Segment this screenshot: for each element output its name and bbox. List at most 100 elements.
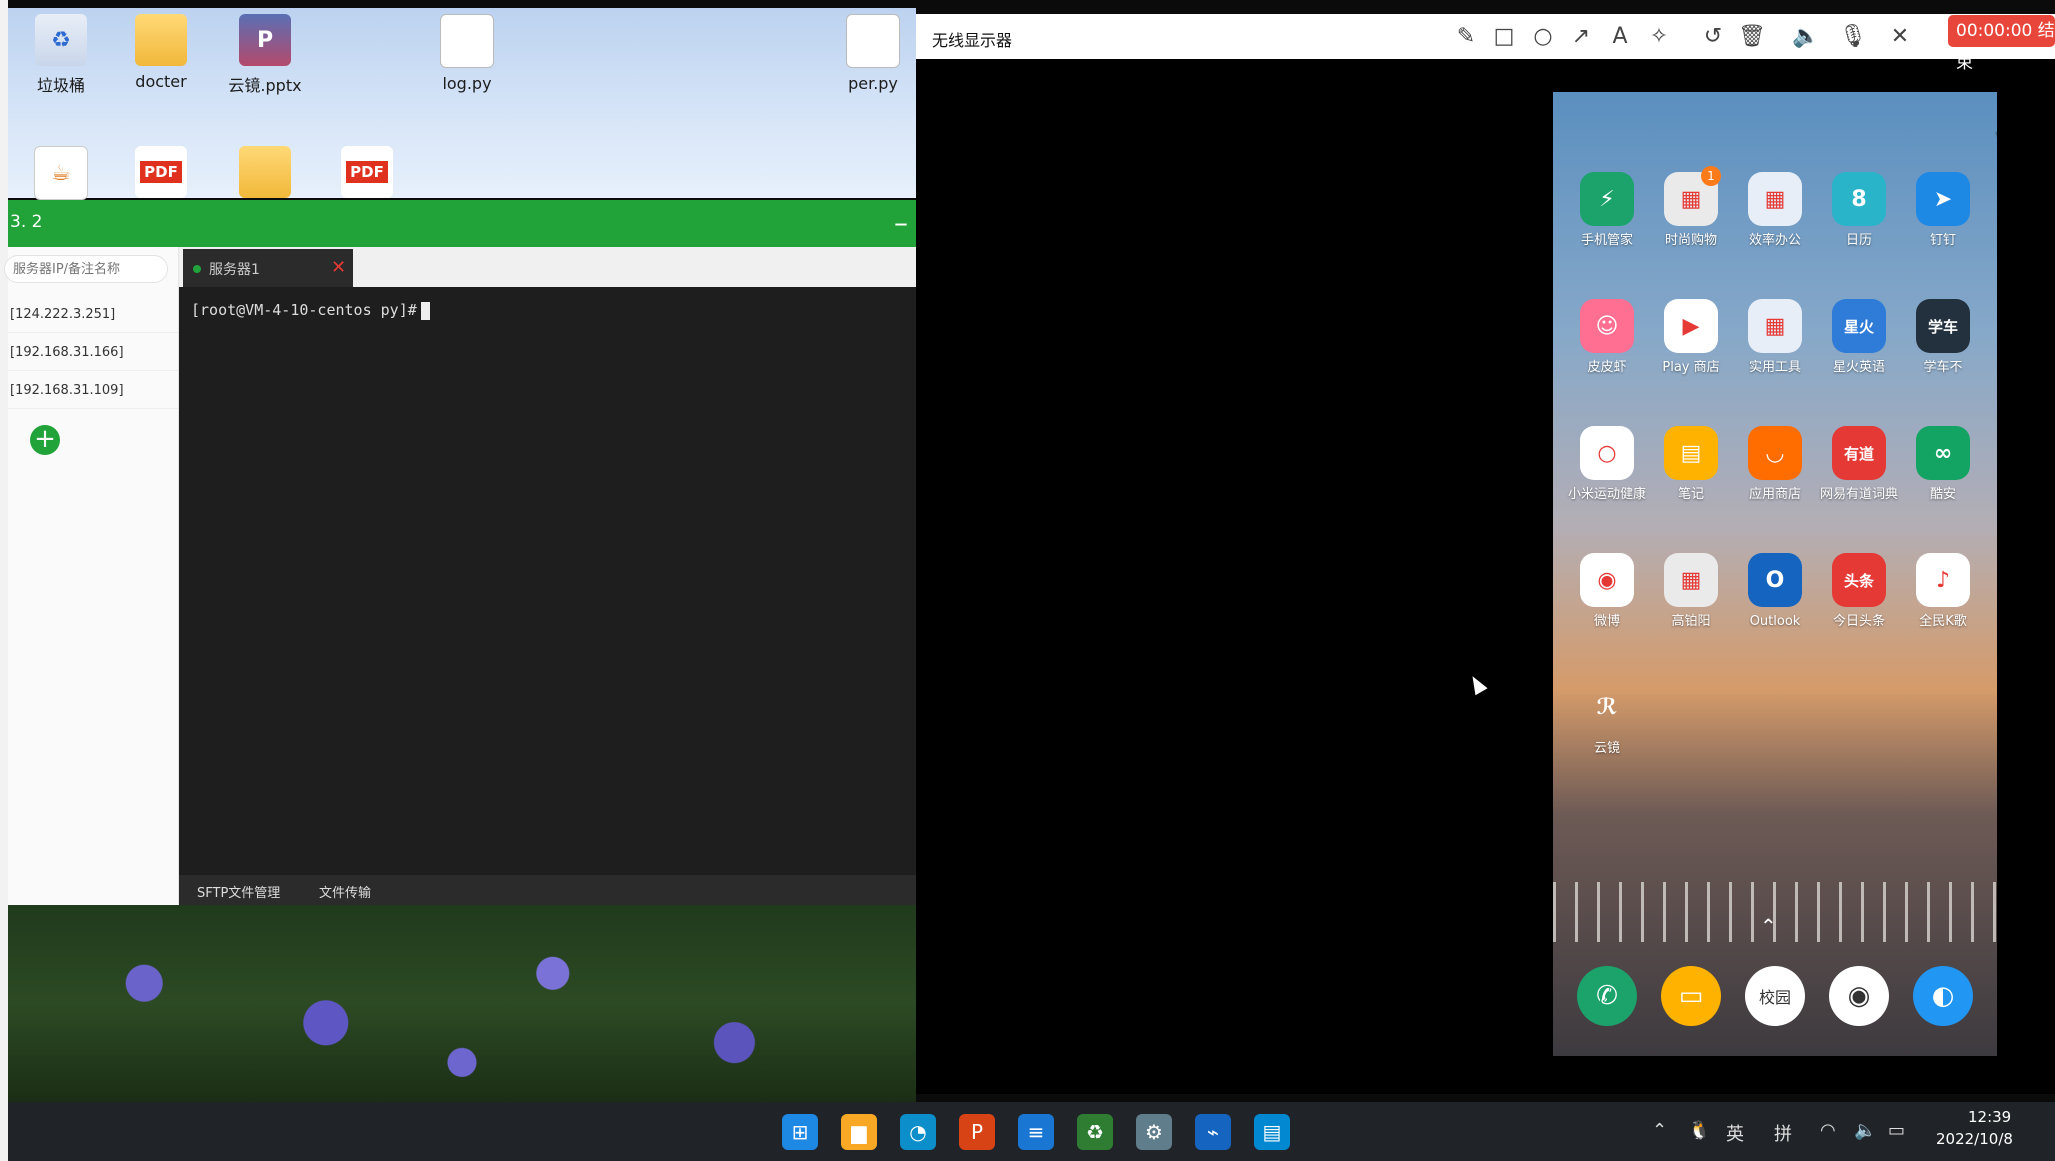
taskbar-notepad-icon[interactable]: ≡ bbox=[1018, 1114, 1054, 1150]
app-icon-graphic: ◡ bbox=[1748, 426, 1802, 480]
app-name-label: 今日头条 bbox=[1832, 614, 1885, 629]
tab-server1[interactable]: 服务器1 ✕ bbox=[183, 249, 353, 287]
pen-icon[interactable]: ✎ bbox=[1452, 23, 1480, 51]
phone-app-icon[interactable]: ▦ 高铂阳 bbox=[1649, 553, 1733, 630]
desktop-icon-pptx[interactable]: P 云镜.pptx bbox=[220, 14, 310, 96]
app-icon-graphic: 学车 bbox=[1916, 299, 1970, 353]
taskbar-browser-icon[interactable]: ▤ bbox=[1254, 1114, 1290, 1150]
minimize-button[interactable]: – bbox=[894, 206, 908, 239]
taskbar-wireless-display-icon[interactable]: ⌁ bbox=[1195, 1114, 1231, 1150]
clock-time[interactable]: 12:39 bbox=[1968, 1108, 2011, 1126]
server-list-item[interactable]: [192.168.31.109] bbox=[8, 373, 178, 409]
battery-icon[interactable]: ▭ bbox=[1888, 1120, 1905, 1141]
taskbar-file-explorer-icon[interactable]: ▆ bbox=[841, 1114, 877, 1150]
phone-app-icon[interactable]: ☺ 皮皮虾 bbox=[1565, 299, 1649, 376]
app-name-label: 日历 bbox=[1845, 233, 1872, 248]
phone-app-icon[interactable]: ∞ 酷安 bbox=[1901, 426, 1985, 503]
desktop-icon-label: 垃圾桶 bbox=[36, 76, 85, 95]
phone-app-icon[interactable]: ▦ 实用工具 bbox=[1733, 299, 1817, 376]
phone-app-icon[interactable]: 有道 网易有道词典 bbox=[1817, 426, 1901, 503]
phone-app-icon[interactable]: O Outlook bbox=[1733, 553, 1817, 630]
record-stop-button[interactable]: 00:00:00 结束 bbox=[1948, 15, 2055, 73]
app-name-label: 微博 bbox=[1593, 614, 1620, 629]
server-list-item[interactable]: [124.222.3.251] bbox=[8, 297, 178, 333]
phone-app-icon[interactable]: 星火 星火英语 bbox=[1817, 299, 1901, 376]
dock-browser-app[interactable]: ◐ bbox=[1913, 966, 1973, 1026]
app-name-label: 应用商店 bbox=[1748, 487, 1801, 502]
file-transfer-tab[interactable]: 文件传输 bbox=[319, 882, 371, 901]
microphone-icon[interactable]: 🎙 bbox=[1839, 23, 1867, 51]
server-list-item[interactable]: [192.168.31.166] bbox=[8, 335, 178, 371]
dock-messages-app[interactable]: ▭ bbox=[1661, 966, 1721, 1026]
ssh-bottom-bar: SFTP文件管理 文件传输 bbox=[179, 875, 976, 905]
taskbar-start-icon[interactable]: ⊞ bbox=[782, 1114, 818, 1150]
app-name-label: 皮皮虾 bbox=[1587, 360, 1627, 375]
phone-app-icon[interactable]: 头条 今日头条 bbox=[1817, 553, 1901, 630]
taskbar-powerpoint-icon[interactable]: P bbox=[959, 1114, 995, 1150]
ime-english-indicator[interactable]: 英 bbox=[1726, 1120, 1744, 1146]
wifi-icon[interactable]: ◠ bbox=[1820, 1120, 1836, 1141]
volume-icon[interactable]: 🔈 bbox=[1854, 1120, 1876, 1141]
add-server-button[interactable]: + bbox=[30, 425, 60, 455]
arrow-icon[interactable]: ↗ bbox=[1567, 23, 1595, 51]
desktop-icon-label: log.py bbox=[442, 74, 492, 93]
tab-close-icon[interactable]: ✕ bbox=[331, 257, 346, 278]
ssh-titlebar[interactable]: 3. 2 – ✕ bbox=[8, 200, 976, 247]
desktop-icon-per-py[interactable]: per.py bbox=[828, 14, 918, 93]
recycle-bin-icon: ♻ bbox=[35, 14, 87, 66]
circle-icon[interactable]: ○ bbox=[1529, 23, 1557, 51]
app-icon-graphic: ▶ bbox=[1664, 299, 1718, 353]
desktop-icon-pdf-2[interactable]: PDF bbox=[322, 146, 412, 198]
tray-overflow-icon[interactable]: ⌃ bbox=[1652, 1120, 1667, 1141]
server-search-input[interactable] bbox=[4, 255, 168, 283]
app-name-label: 时尚购物 bbox=[1664, 233, 1717, 248]
phone-app-icon[interactable]: ○ 小米运动健康 bbox=[1565, 426, 1649, 503]
phone-screen[interactable]: ⌃ ⚡ 手机管家 ▦ 时尚购物 1 ▦ 效率办公 8 日历 ➤ 钉钉 ☺ 皮皮虾 ▶ Play 商店 ▦ 实用工… bbox=[1553, 92, 1997, 1056]
trash-icon[interactable]: 🗑 bbox=[1738, 23, 1766, 51]
close-icon[interactable]: ✕ bbox=[1886, 23, 1914, 51]
phone-app-icon[interactable]: ➤ 钉钉 bbox=[1901, 172, 1985, 249]
desktop-icon-log-py[interactable]: log.py bbox=[422, 14, 512, 93]
phone-app-icon[interactable]: ◡ 应用商店 bbox=[1733, 426, 1817, 503]
undo-icon[interactable]: ↺ bbox=[1699, 23, 1727, 51]
desktop-icon-label: per.py bbox=[848, 74, 898, 93]
app-icon-graphic: ▦ bbox=[1664, 553, 1718, 607]
desktop-icon-recycle-bin[interactable]: ♻ 垃圾桶 bbox=[16, 14, 106, 96]
rectangle-icon[interactable]: □ bbox=[1490, 23, 1518, 51]
phone-app-icon[interactable]: ⚡ 手机管家 bbox=[1565, 172, 1649, 249]
app-name-label: 星火英语 bbox=[1832, 360, 1885, 375]
swipe-up-icon[interactable]: ⌃ bbox=[1760, 914, 1777, 938]
taskbar-settings-icon[interactable]: ⚙ bbox=[1136, 1114, 1172, 1150]
taskbar-ssh-client-icon[interactable]: ♻ bbox=[1077, 1114, 1113, 1150]
phone-app-icon[interactable]: 学车 学车不 bbox=[1901, 299, 1985, 376]
app-icon-graphic: 头条 bbox=[1832, 553, 1886, 607]
text-icon[interactable]: A bbox=[1606, 23, 1634, 51]
phone-app-icon[interactable]: ▦ 时尚购物 1 bbox=[1649, 166, 1733, 249]
speaker-icon[interactable]: 🔈 bbox=[1792, 23, 1820, 51]
app-icon-graphic: 8 bbox=[1832, 172, 1886, 226]
app-name-label: 小米运动健康 bbox=[1567, 487, 1646, 502]
phone-app-icon[interactable]: ℛ 云镜 bbox=[1565, 680, 1649, 757]
desktop-icon-java[interactable]: ☕ bbox=[16, 146, 106, 200]
notification-badge: 1 bbox=[1701, 166, 1721, 186]
phone-app-icon[interactable]: ▶ Play 商店 bbox=[1649, 299, 1733, 376]
sftp-manager-tab[interactable]: SFTP文件管理 bbox=[197, 882, 280, 901]
ime-pinyin-indicator[interactable]: 拼 bbox=[1774, 1120, 1792, 1146]
dock-campus-app[interactable]: 校园 bbox=[1745, 966, 1805, 1026]
dock-phone-app[interactable]: ✆ bbox=[1577, 966, 1637, 1026]
phone-app-icon[interactable]: ▦ 效率办公 bbox=[1733, 172, 1817, 249]
desktop-icon-docter[interactable]: docter bbox=[116, 14, 206, 91]
clock-date[interactable]: 2022/10/8 bbox=[1936, 1130, 2013, 1148]
qq-icon[interactable]: 🐧 bbox=[1688, 1120, 1710, 1141]
dock-camera-app[interactable]: ◉ bbox=[1829, 966, 1889, 1026]
magic-wand-icon[interactable]: ✧ bbox=[1645, 23, 1673, 51]
wireless-display-titlebar[interactable]: 无线显示器 bbox=[916, 14, 1436, 59]
taskbar-edge-icon[interactable]: ◔ bbox=[900, 1114, 936, 1150]
phone-app-icon[interactable]: 8 日历 bbox=[1817, 172, 1901, 249]
terminal-area[interactable]: [root@VM-4-10-centos py]# bbox=[179, 287, 976, 875]
desktop-icon-folder[interactable] bbox=[220, 146, 310, 198]
phone-app-icon[interactable]: ◉ 微博 bbox=[1565, 553, 1649, 630]
phone-app-icon[interactable]: ▤ 笔记 bbox=[1649, 426, 1733, 503]
phone-app-icon[interactable]: ♪ 全民K歌 bbox=[1901, 553, 1985, 630]
desktop-icon-pdf-1[interactable]: PDF bbox=[116, 146, 206, 198]
